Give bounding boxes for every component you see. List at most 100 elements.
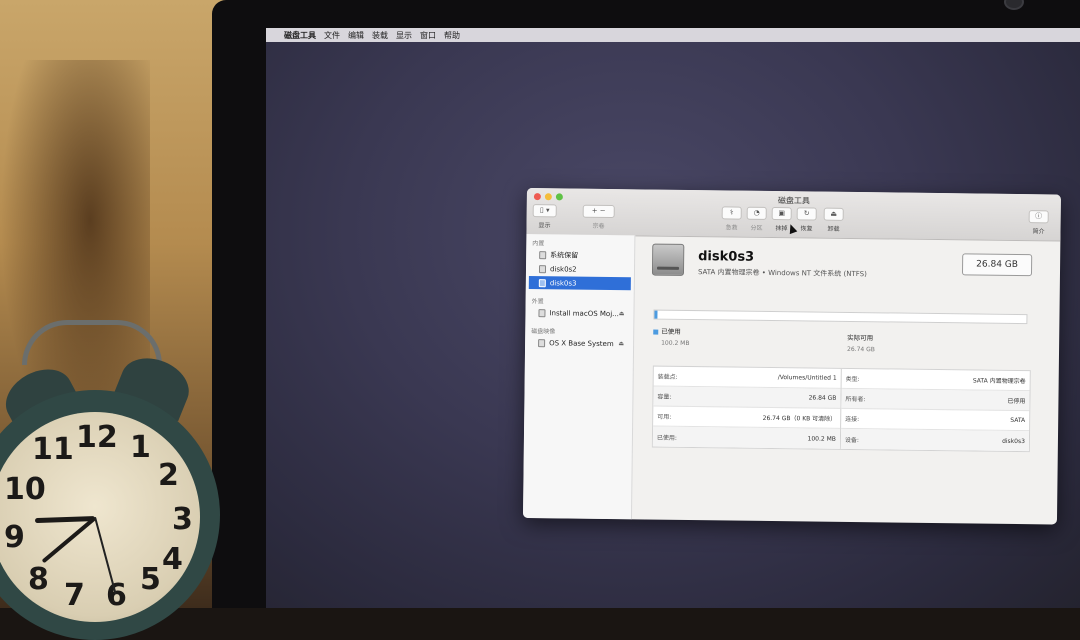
menu-item-window[interactable]: 窗口	[420, 30, 436, 41]
info-icon: ⓘ	[1035, 212, 1043, 221]
clock-numeral: 5	[140, 562, 161, 597]
partition-button[interactable]: ◔	[746, 206, 767, 220]
legend-used-value: 100.2 MB	[661, 339, 690, 347]
camera-icon	[1004, 0, 1024, 10]
eject-icon: ⏏	[830, 209, 838, 218]
volume-label: 宗卷	[592, 222, 605, 230]
unmount-label: 卸载	[827, 225, 840, 233]
view-label: 显示	[538, 222, 551, 230]
partition-icon: ◔	[753, 208, 760, 217]
sidebar-item-disk0s2[interactable]: disk0s2	[529, 262, 631, 276]
drive-icon	[538, 264, 547, 273]
sidebar-item-install-macos[interactable]: Install macOS Moj... ⏏	[528, 306, 630, 320]
clock-numeral: 12	[76, 420, 118, 455]
unmount-button[interactable]: ⏏	[823, 207, 844, 221]
restore-icon: ↻	[803, 209, 810, 218]
disk-size-badge: 26.84 GB	[961, 253, 1033, 277]
eject-icon[interactable]: ⏏	[618, 340, 624, 347]
info-row: 可用: 26.74 GB（0 KB 可清除）	[653, 406, 841, 429]
info-value: 已停用	[1007, 397, 1026, 406]
window-titlebar: 磁盘工具 ▯ ▾ 显示 + − 宗卷 ⚕ 急救 ◔ 分区 ▣ 抹掉 ↻ 恢复 ⏏…	[526, 188, 1061, 242]
info-column-left: 装载点: /Volumes/Untitled 1 容量: 26.84 GB 可用: 2…	[652, 366, 842, 449]
usage-bar	[653, 309, 1028, 325]
legend-available-value: 26.74 GB	[847, 345, 875, 354]
legend-available-label: 实际可用	[847, 333, 874, 343]
info-row: 容量: 26.84 GB	[653, 386, 841, 409]
sidebar-item-os-x-base-system[interactable]: OS X Base System ⏏	[528, 336, 630, 350]
info-key: 连接:	[845, 415, 860, 424]
detail-pane: disk0s3 SATA 内置物理宗卷 • Windows NT 文件系统 (N…	[631, 235, 1060, 524]
restore-button[interactable]: ↻	[796, 207, 817, 221]
sidebar-item-label: 系统保留	[550, 250, 579, 260]
info-row: 类型: SATA 内置物理宗卷	[841, 368, 1030, 392]
sidebar-header-internal: 内置	[532, 240, 545, 248]
drive-icon	[538, 278, 546, 287]
clock-numeral: 11	[32, 432, 74, 467]
drive-icon	[538, 308, 546, 317]
clock-numeral: 3	[172, 502, 193, 537]
info-label: 简介	[1032, 228, 1045, 236]
info-row: 设备: disk0s3	[840, 428, 1030, 452]
alarm-clock: 11 12 1 2 10 3 9 4 8 7 6 5	[0, 320, 230, 640]
partition-label: 分区	[750, 224, 763, 232]
info-row: 连接: SATA	[841, 408, 1030, 432]
info-value: 26.84 GB	[808, 394, 837, 402]
sidebar-item-label: OS X Base System	[549, 338, 614, 348]
info-value: /Volumes/Untitled 1	[777, 374, 837, 382]
info-key: 容量:	[657, 393, 672, 401]
info-value: SATA	[1010, 416, 1026, 425]
clock-numeral: 1	[130, 430, 151, 465]
drive-icon	[539, 250, 547, 259]
info-key: 已使用:	[656, 434, 678, 442]
clock-numeral: 9	[4, 520, 25, 555]
info-value: disk0s3	[1002, 437, 1025, 445]
menu-item-mount[interactable]: 装载	[372, 30, 388, 41]
sidebar-item-label: Install macOS Moj...	[549, 308, 619, 318]
info-button[interactable]: ⓘ	[1028, 210, 1049, 224]
sidebar-item-system-reserved[interactable]: 系统保留	[529, 248, 631, 262]
usage-bar-used-fill	[654, 310, 658, 319]
first-aid-button[interactable]: ⚕	[721, 206, 742, 220]
sidebar-header-disk-images: 磁盘映像	[531, 328, 556, 336]
clock-numeral: 4	[162, 542, 183, 577]
info-row: 所有者: 已停用	[841, 388, 1030, 412]
used-color-swatch	[653, 329, 659, 335]
stethoscope-icon: ⚕	[729, 208, 734, 217]
view-button[interactable]: ▯ ▾	[532, 204, 557, 218]
sidebar-item-disk0s3[interactable]: disk0s3	[528, 276, 631, 291]
clock-minute-hand	[41, 516, 97, 564]
info-value: 26.74 GB（0 KB 可清除）	[762, 414, 837, 423]
erase-icon: ▣	[778, 209, 786, 218]
legend-used: 已使用 100.2 MB	[653, 326, 690, 347]
info-column-right: 类型: SATA 内置物理宗卷 所有者: 已停用 连接: SATA 设备: disk0s…	[840, 368, 1030, 452]
first-aid-label: 急救	[725, 224, 738, 232]
clock-numeral: 2	[158, 458, 179, 493]
sidebar-header-external: 外置	[531, 298, 544, 306]
drive-icon	[538, 338, 546, 347]
volume-add-remove-button[interactable]: + −	[582, 204, 615, 219]
clock-numeral: 8	[28, 562, 49, 597]
info-value: SATA 内置物理宗卷	[972, 377, 1026, 386]
legend-available: 实际可用 26.74 GB	[847, 332, 875, 353]
legend-used-label: 已使用	[661, 327, 681, 336]
menu-app-name[interactable]: 磁盘工具	[284, 30, 316, 41]
info-row: 装载点: /Volumes/Untitled 1	[653, 366, 841, 389]
menu-item-edit[interactable]: 编辑	[348, 30, 364, 41]
clock-numeral: 10	[4, 472, 46, 507]
info-key: 类型:	[845, 375, 860, 384]
restore-label: 恢复	[800, 225, 813, 233]
info-key: 装载点:	[657, 373, 678, 381]
erase-button[interactable]: ▣	[771, 206, 792, 221]
disk-name: disk0s3	[698, 249, 755, 265]
menu-item-file[interactable]: 文件	[324, 30, 340, 41]
menu-item-help[interactable]: 帮助	[444, 30, 460, 41]
info-row: 已使用: 100.2 MB	[652, 426, 841, 449]
info-table: 装载点: /Volumes/Untitled 1 容量: 26.84 GB 可用: 2…	[651, 365, 1031, 453]
menu-bar: 磁盘工具 文件 编辑 装载 显示 窗口 帮助	[266, 28, 1080, 42]
hard-drive-icon	[651, 243, 685, 276]
disk-description: SATA 内置物理宗卷 • Windows NT 文件系统 (NTFS)	[697, 268, 867, 279]
menu-item-view[interactable]: 显示	[396, 30, 412, 41]
info-key: 设备:	[844, 436, 860, 444]
sidebar-item-label: disk0s3	[549, 278, 577, 288]
eject-icon[interactable]: ⏏	[619, 310, 625, 317]
